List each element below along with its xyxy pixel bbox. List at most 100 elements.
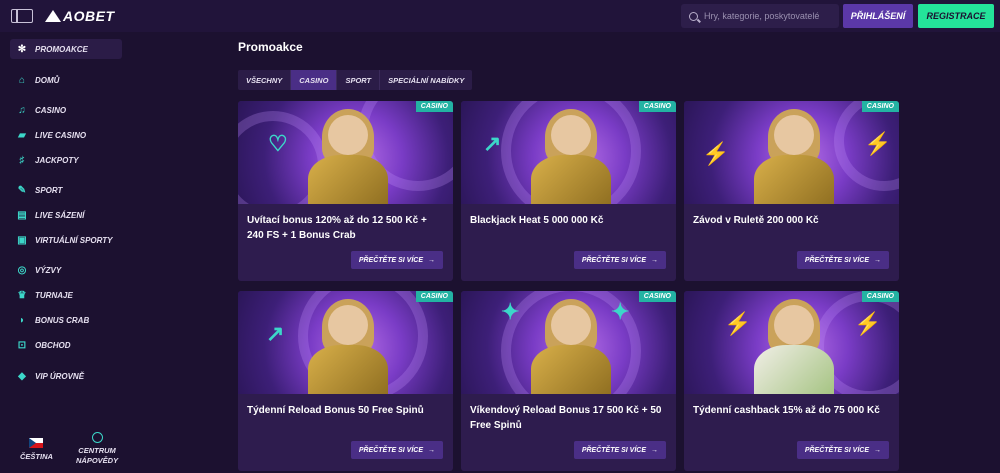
- swirl-arrow-icon: ↗: [483, 131, 502, 156]
- lightning-icon: ⚡: [864, 131, 892, 156]
- help-label-line1: CENTRUM: [78, 446, 116, 455]
- promo-title: Uvítací bonus 120% až do 12 500 Kč + 240…: [247, 215, 427, 241]
- sidebar-item-label: VIP ÚROVNĚ: [35, 371, 85, 381]
- tab-vsechny[interactable]: VŠECHNY: [238, 70, 292, 90]
- sidebar-item-label: JACKPOTY: [35, 155, 79, 165]
- lightning-icon: ⚡: [854, 311, 882, 336]
- arrow-right-icon: →: [428, 446, 435, 454]
- sidebar-item-label: TURNAJE: [35, 290, 73, 300]
- read-more-label: PŘEČTĚTE SI VÍCE: [581, 446, 646, 454]
- lightning-icon: ⚡: [702, 141, 730, 166]
- category-badge: CASINO: [638, 291, 676, 302]
- promo-image: ⚡ ⚡: [684, 291, 899, 394]
- sidebar-item-casino[interactable]: ♫ CASINO: [10, 100, 66, 120]
- tab-specialni-nabidky[interactable]: SPECIÁLNÍ NABÍDKY: [380, 70, 472, 90]
- read-more-label: PŘEČTĚTE SI VÍCE: [804, 446, 869, 454]
- read-more-button[interactable]: PŘEČTĚTE SI VÍCE →: [573, 441, 666, 459]
- promo-card[interactable]: ♡ CASINO Uvítací bonus 120% až do 12 500…: [238, 101, 453, 281]
- logo-mark-icon: [45, 10, 61, 22]
- home-icon: ⌂: [18, 74, 26, 86]
- promo-icon: ✻: [17, 43, 27, 55]
- sparkle-icon: ✦: [611, 299, 630, 324]
- promo-card[interactable]: ↗ CASINO Týdenní Reload Bonus 50 Free Sp…: [238, 291, 453, 471]
- promo-card[interactable]: ✦ ✦ CASINO Víkendový Reload Bonus 17 500…: [461, 291, 676, 471]
- arrow-right-icon: →: [651, 446, 658, 454]
- sidebar-item-live-sazeni[interactable]: ▤ LIVE SÁZENÍ: [10, 205, 84, 225]
- sidebar-toggle-icon[interactable]: [11, 9, 33, 23]
- language-selector[interactable]: ČEŠTINA: [20, 438, 53, 461]
- language-label: ČEŠTINA: [20, 452, 53, 461]
- help-icon: [91, 432, 103, 443]
- sidebar-item-label: VÝZVY: [35, 265, 62, 275]
- tab-casino[interactable]: CASINO: [291, 70, 338, 90]
- category-badge: CASINO: [861, 291, 899, 302]
- sidebar-item-turnaje[interactable]: ♛ TURNAJE: [10, 285, 73, 305]
- promo-image: ♡: [238, 101, 453, 204]
- sidebar-item-label: CASINO: [35, 105, 67, 115]
- promo-title: Týdenní cashback 15% až do 75 000 Kč: [693, 405, 880, 416]
- sidebar-item-label: LIVE SÁZENÍ: [35, 210, 85, 220]
- czech-flag-icon: [29, 438, 44, 448]
- shop-icon: ⊡: [17, 339, 27, 351]
- arrow-right-icon: →: [428, 256, 435, 264]
- jackpot-icon: ♯: [19, 154, 25, 166]
- help-label-line2: NÁPOVĚDY: [76, 456, 119, 465]
- sidebar-item-domu[interactable]: ⌂ DOMŮ: [10, 70, 59, 90]
- sidebar-item-label: DOMŮ: [35, 75, 60, 85]
- sidebar-item-label: LIVE CASINO: [35, 130, 87, 140]
- sidebar-item-label: SPORT: [35, 185, 63, 195]
- register-button[interactable]: REGISTRACE: [918, 4, 994, 28]
- promo-card[interactable]: ⚡ ⚡ CASINO Závod v Ruletě 200 000 Kč PŘE…: [684, 101, 899, 281]
- sidebar-item-live-casino[interactable]: ▰ LIVE CASINO: [10, 125, 86, 145]
- arrow-right-icon: →: [874, 256, 881, 264]
- category-badge: CASINO: [638, 101, 676, 112]
- page-title: Promoakce: [238, 40, 303, 54]
- promo-card[interactable]: ⚡ ⚡ CASINO Týdenní cashback 15% až do 75…: [684, 291, 899, 471]
- read-more-label: PŘEČTĚTE SI VÍCE: [581, 256, 646, 264]
- sidebar-item-sport[interactable]: ✎ SPORT: [10, 180, 63, 200]
- sidebar-item-label: OBCHOD: [35, 340, 71, 350]
- category-tabs: VŠECHNY CASINO SPORT SPECIÁLNÍ NABÍDKY: [238, 70, 473, 90]
- heart-icon: ♡: [268, 131, 288, 156]
- help-center-link[interactable]: CENTRUM NÁPOVĚDY: [76, 432, 118, 466]
- swirl-arrow-icon: ↗: [266, 321, 285, 346]
- read-more-label: PŘEČTĚTE SI VÍCE: [358, 446, 423, 454]
- sidebar-item-label: VIRTUÁLNÍ SPORTY: [35, 235, 113, 245]
- promo-title: Blackjack Heat 5 000 000 Kč: [470, 215, 604, 226]
- challenges-icon: ◎: [17, 264, 27, 276]
- sidebar-item-vip-urovne[interactable]: ◆ VIP ÚROVNĚ: [10, 366, 84, 386]
- sidebar-item-jackpoty[interactable]: ♯ JACKPOTY: [10, 150, 79, 170]
- sidebar: ✻ PROMOAKCE ⌂ DOMŮ ♫ CASINO ▰ LIVE CASIN…: [0, 32, 220, 473]
- promo-card[interactable]: ↗ CASINO Blackjack Heat 5 000 000 Kč PŘE…: [461, 101, 676, 281]
- promo-image: ✦ ✦: [461, 291, 676, 394]
- brand-name: AOBET: [63, 8, 115, 24]
- sport-icon: ✎: [17, 184, 27, 196]
- lightning-icon: ⚡: [724, 311, 752, 336]
- category-badge: CASINO: [415, 291, 453, 302]
- brand-logo[interactable]: AOBET: [45, 8, 115, 24]
- read-more-button[interactable]: PŘEČTĚTE SI VÍCE →: [573, 251, 666, 269]
- read-more-button[interactable]: PŘEČTĚTE SI VÍCE →: [796, 251, 889, 269]
- arrow-right-icon: →: [651, 256, 658, 264]
- sidebar-item-vyzvy[interactable]: ◎ VÝZVY: [10, 260, 62, 280]
- promo-image: ↗: [238, 291, 453, 394]
- sidebar-item-virtualni-sporty[interactable]: ▣ VIRTUÁLNÍ SPORTY: [10, 230, 113, 250]
- read-more-button[interactable]: PŘEČTĚTE SI VÍCE →: [350, 251, 443, 269]
- category-badge: CASINO: [415, 101, 453, 112]
- category-badge: CASINO: [861, 101, 899, 112]
- virtual-sports-icon: ▣: [17, 234, 27, 246]
- top-bar: AOBET PŘIHLÁŠENÍ REGISTRACE: [0, 0, 1000, 32]
- casino-icon: ♫: [18, 104, 26, 116]
- tab-sport[interactable]: SPORT: [337, 70, 381, 90]
- promo-title: Týdenní Reload Bonus 50 Free Spinů: [247, 405, 424, 416]
- search-input[interactable]: [704, 11, 834, 21]
- sidebar-item-promoakce[interactable]: ✻ PROMOAKCE: [10, 39, 122, 59]
- read-more-button[interactable]: PŘEČTĚTE SI VÍCE →: [796, 441, 889, 459]
- login-button[interactable]: PŘIHLÁŠENÍ: [843, 4, 913, 28]
- sidebar-item-bonus-crab[interactable]: ◗ BONUS CRAB: [10, 310, 89, 330]
- search-box[interactable]: [681, 4, 839, 28]
- live-casino-icon: ▰: [18, 129, 26, 141]
- read-more-button[interactable]: PŘEČTĚTE SI VÍCE →: [350, 441, 443, 459]
- promo-title: Závod v Ruletě 200 000 Kč: [693, 215, 819, 226]
- sidebar-item-obchod[interactable]: ⊡ OBCHOD: [10, 335, 71, 355]
